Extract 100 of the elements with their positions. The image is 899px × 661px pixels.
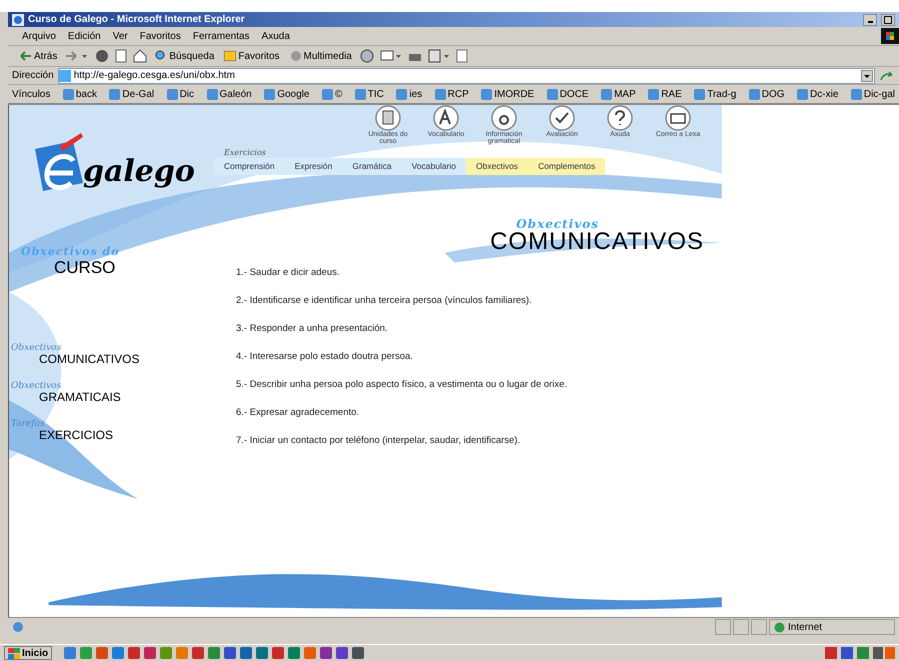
quick-launch-icon[interactable]	[128, 647, 140, 659]
page-icon	[481, 88, 492, 100]
folder-icon	[224, 51, 236, 61]
go-arrow-icon[interactable]	[879, 70, 895, 82]
menu-item[interactable]: Favoritos	[140, 30, 181, 42]
objective-item: 2.- Identificarse e identificar unha terceira persoa (vínculos familiares).	[236, 295, 533, 308]
page-icon	[354, 88, 366, 100]
quick-launch-icon[interactable]	[80, 647, 92, 659]
forward-arrow-icon[interactable]	[65, 51, 90, 61]
sidebar-link[interactable]: EXERCICIOS	[9, 429, 214, 443]
quick-launch-icon[interactable]	[224, 647, 236, 659]
bookmark-link[interactable]: ©	[322, 88, 342, 100]
bookmark-link[interactable]: MAP	[601, 88, 636, 100]
quick-launch-icon[interactable]	[192, 647, 204, 659]
bookmark-link[interactable]: DOG	[748, 88, 785, 100]
quick-launch-icon[interactable]	[208, 647, 220, 659]
status-panel	[751, 619, 767, 635]
section-tab[interactable]: Complementos	[528, 158, 606, 175]
quick-launch-icon[interactable]	[320, 647, 332, 659]
bookmark-link[interactable]: Dic-gal	[850, 88, 895, 100]
quick-launch-icon[interactable]	[144, 647, 156, 659]
section-tab[interactable]: Vocabulario	[402, 158, 466, 175]
section-tab[interactable]: Gramática	[342, 158, 402, 175]
minimize-button[interactable]	[863, 14, 877, 26]
back-arrow-icon	[20, 51, 32, 61]
section-tab[interactable]: Comprensión	[214, 158, 285, 175]
bookmark-link[interactable]: TIC	[354, 88, 384, 100]
quick-launch-icon[interactable]	[160, 647, 172, 659]
bookmark-link[interactable]: Trad-g	[694, 88, 736, 100]
bookmark-link[interactable]: Google	[264, 88, 310, 100]
page-icon	[546, 88, 558, 100]
start-button[interactable]: Inicio	[4, 646, 52, 660]
objective-item: 4.- Interesarse polo estado doutra persoa.	[236, 351, 414, 364]
sidebar-kicker: Obxectivos do	[20, 245, 121, 258]
page-icon	[434, 88, 446, 100]
bookmark-link[interactable]: back	[62, 88, 97, 100]
objective-item: 3.- Responder a unha presentación.	[236, 323, 389, 336]
disc-icon	[290, 50, 302, 62]
quick-launch-icon[interactable]	[96, 647, 108, 659]
page-icon	[166, 88, 178, 100]
e-galego-logo[interactable]: galego	[9, 105, 214, 197]
quick-launch-icon[interactable]	[352, 647, 364, 659]
menu-item[interactable]: Edición	[68, 30, 101, 42]
sidebar-tag: Obxectivos	[9, 344, 62, 353]
bookmark-link[interactable]: Dc-xie	[797, 88, 838, 100]
page-heading: COMUNICATIVOS	[490, 230, 704, 254]
sidebar-title: CURSO	[53, 258, 116, 278]
sidebar-link[interactable]: GRAMATICAIS	[9, 391, 214, 404]
windows-logo-icon	[8, 648, 20, 658]
menu-item[interactable]: Axuda	[262, 30, 290, 42]
bookmark-link[interactable]: IMORDE	[481, 88, 534, 100]
menu-item[interactable]: Ferramentas	[192, 30, 250, 42]
page-icon	[206, 88, 218, 100]
objective-item: 1.- Saudar e dicir adeus.	[236, 267, 341, 280]
mail-icon[interactable]	[380, 49, 402, 63]
quick-launch-icon[interactable]	[240, 647, 252, 659]
bookmark-link[interactable]: De-Gal	[109, 88, 154, 100]
bookmark-link[interactable]: RCP	[434, 88, 469, 100]
quick-launch-icon[interactable]	[112, 647, 124, 659]
page-icon	[322, 88, 333, 100]
quick-launch-icon[interactable]	[256, 647, 268, 659]
bookmark-link[interactable]: Dic	[166, 88, 194, 100]
globe-icon	[774, 622, 785, 632]
home-icon[interactable]	[133, 49, 148, 63]
page-icon	[748, 88, 760, 100]
page-icon	[62, 88, 74, 100]
menu-item[interactable]: Ver	[112, 30, 128, 42]
maximize-button[interactable]	[881, 14, 895, 26]
search-button[interactable]: Búsqueda	[153, 50, 216, 62]
quick-launch-icon[interactable]	[336, 647, 348, 659]
address-label: Dirección	[12, 70, 54, 81]
sidebar-link[interactable]: COMUNICATIVOS	[9, 353, 214, 366]
favorites-button[interactable]: Favoritos	[222, 50, 282, 62]
quick-launch-icon[interactable]	[304, 647, 316, 659]
exercises-label: Exercicios	[223, 148, 266, 157]
heading-kicker: Obxectivos	[516, 218, 599, 230]
section-tab[interactable]: Expresión	[284, 158, 342, 175]
maximize-icon	[884, 16, 892, 24]
page-icon	[264, 88, 276, 100]
document-icon[interactable]	[456, 49, 468, 63]
page-icon	[850, 88, 862, 100]
media-button[interactable]: Multimedia	[288, 50, 354, 62]
page-icon	[797, 88, 808, 100]
quick-launch-icon[interactable]	[64, 647, 76, 659]
address-field[interactable]: http://e-galego.cesga.es/uni/obx.htm	[58, 68, 875, 84]
page-icon	[12, 621, 24, 633]
sidebar-tag: Obxectivos	[9, 382, 62, 392]
quick-launch-icon[interactable]	[288, 647, 300, 659]
bookmark-link[interactable]: RAE	[648, 88, 682, 100]
page-icon	[109, 88, 120, 100]
menu-item[interactable]: Arquivo	[22, 30, 56, 42]
tray-icons-drawing	[825, 647, 895, 659]
back-button[interactable]: Atrás	[18, 50, 60, 62]
bookmark-link[interactable]: ies	[396, 88, 422, 100]
minimize-icon	[868, 21, 872, 23]
quick-launch-icon[interactable]	[272, 647, 284, 659]
bookmark-link[interactable]: DOCE	[546, 88, 589, 100]
bookmark-link[interactable]: Galeón	[206, 88, 252, 100]
section-tab[interactable]: Obxectivos	[466, 158, 528, 175]
page-icon	[601, 88, 612, 100]
